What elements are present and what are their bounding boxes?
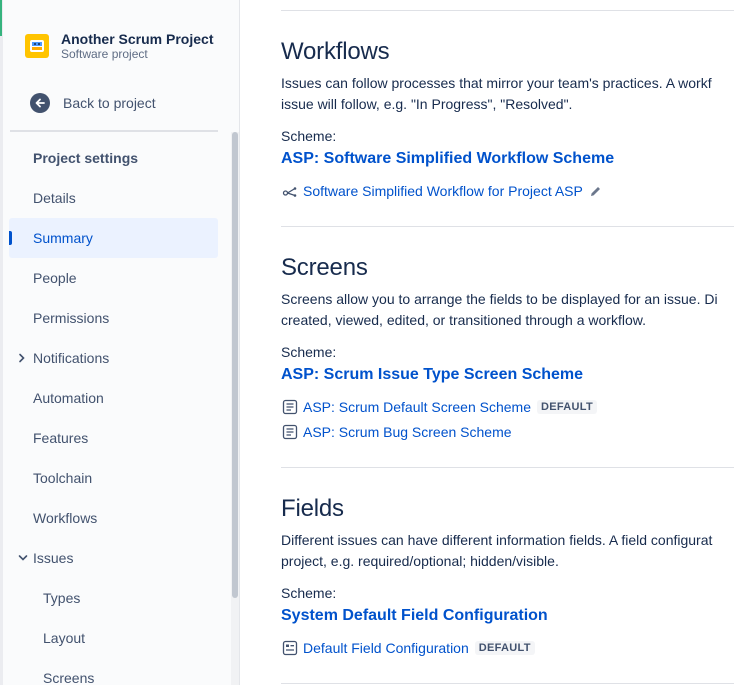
chevron-down-icon — [18, 538, 28, 578]
fields-title: Fields — [281, 495, 344, 522]
screen-item: ASP: Scrum Default Screen Scheme DEFAULT — [281, 398, 598, 416]
project-avatar-icon[interactable] — [25, 34, 49, 58]
chevron-right-icon — [18, 338, 26, 378]
workflows-scheme-label: Scheme: — [281, 128, 337, 144]
workflows-title: Workflows — [281, 38, 390, 65]
sidebar-item-types[interactable]: Types — [9, 578, 218, 618]
default-badge: DEFAULT — [474, 641, 535, 655]
section-divider — [281, 226, 734, 227]
workflow-scheme-link[interactable]: ASP: Software Simplified Workflow Scheme — [281, 150, 614, 168]
sidebar-item-toolchain[interactable]: Toolchain — [9, 458, 218, 498]
project-name: Another Scrum Project — [61, 31, 214, 47]
sidebar-item-details[interactable]: Details — [9, 178, 218, 218]
sidebar-item-people[interactable]: People — [9, 258, 218, 298]
screen-scheme-link[interactable]: ASP: Scrum Issue Type Screen Scheme — [281, 366, 583, 384]
screen-icon — [281, 398, 299, 416]
field-config-icon — [281, 639, 299, 657]
back-to-project-button[interactable]: Back to project — [30, 93, 156, 113]
screen-item: ASP: Scrum Bug Screen Scheme — [281, 423, 512, 441]
left-edge-accent — [0, 0, 2, 36]
section-divider — [281, 683, 734, 684]
screens-title: Screens — [281, 254, 368, 281]
screen-scheme-bug-link[interactable]: ASP: Scrum Bug Screen Scheme — [303, 424, 512, 440]
workflow-item: Software Simplified Workflow for Project… — [281, 182, 602, 200]
sidebar-item-screens[interactable]: Screens — [9, 658, 218, 698]
workflows-description: Issues can follow processes that mirror … — [281, 75, 712, 112]
sidebar-scrollbar-thumb[interactable] — [232, 132, 238, 598]
screen-icon — [281, 423, 299, 441]
sidebar-divider — [10, 130, 218, 132]
arrow-left-icon — [30, 93, 50, 113]
project-header: Another Scrum Project Software project — [25, 31, 213, 62]
screens-description: Screens allow you to arrange the fields … — [281, 291, 718, 328]
nav-heading: Project settings — [33, 150, 139, 166]
back-to-project-label: Back to project — [63, 95, 156, 111]
fields-scheme-label: Scheme: — [281, 585, 337, 601]
section-divider — [281, 10, 734, 11]
sidebar-item-issues[interactable]: Issues — [9, 538, 218, 578]
field-configuration-item: Default Field Configuration DEFAULT — [281, 639, 535, 657]
sidebar-item-summary[interactable]: Summary — [9, 218, 218, 258]
sidebar: Another Scrum Project Software project B… — [3, 0, 240, 686]
sidebar-item-notifications[interactable]: Notifications — [9, 338, 218, 378]
screens-scheme-label: Scheme: — [281, 344, 337, 360]
main-content: Workflows Issues can follow processes th… — [281, 0, 734, 685]
sidebar-item-features[interactable]: Features — [9, 418, 218, 458]
sidebar-item-permissions[interactable]: Permissions — [9, 298, 218, 338]
section-divider — [281, 467, 734, 468]
field-configuration-scheme-link[interactable]: System Default Field Configuration — [281, 607, 548, 625]
edit-pencil-icon[interactable] — [589, 185, 602, 198]
sidebar-item-layout[interactable]: Layout — [9, 618, 218, 658]
default-badge: DEFAULT — [537, 400, 598, 414]
workflow-link[interactable]: Software Simplified Workflow for Project… — [303, 183, 583, 199]
screen-scheme-default-link[interactable]: ASP: Scrum Default Screen Scheme — [303, 399, 531, 415]
sidebar-item-automation[interactable]: Automation — [9, 378, 218, 418]
workflow-icon — [281, 182, 299, 200]
fields-description: Different issues can have different info… — [281, 532, 713, 569]
project-type: Software project — [61, 47, 148, 61]
sidebar-item-workflows[interactable]: Workflows — [9, 498, 218, 538]
field-configuration-link[interactable]: Default Field Configuration — [303, 640, 469, 656]
settings-nav: Project settings Details Summary People … — [9, 138, 218, 698]
